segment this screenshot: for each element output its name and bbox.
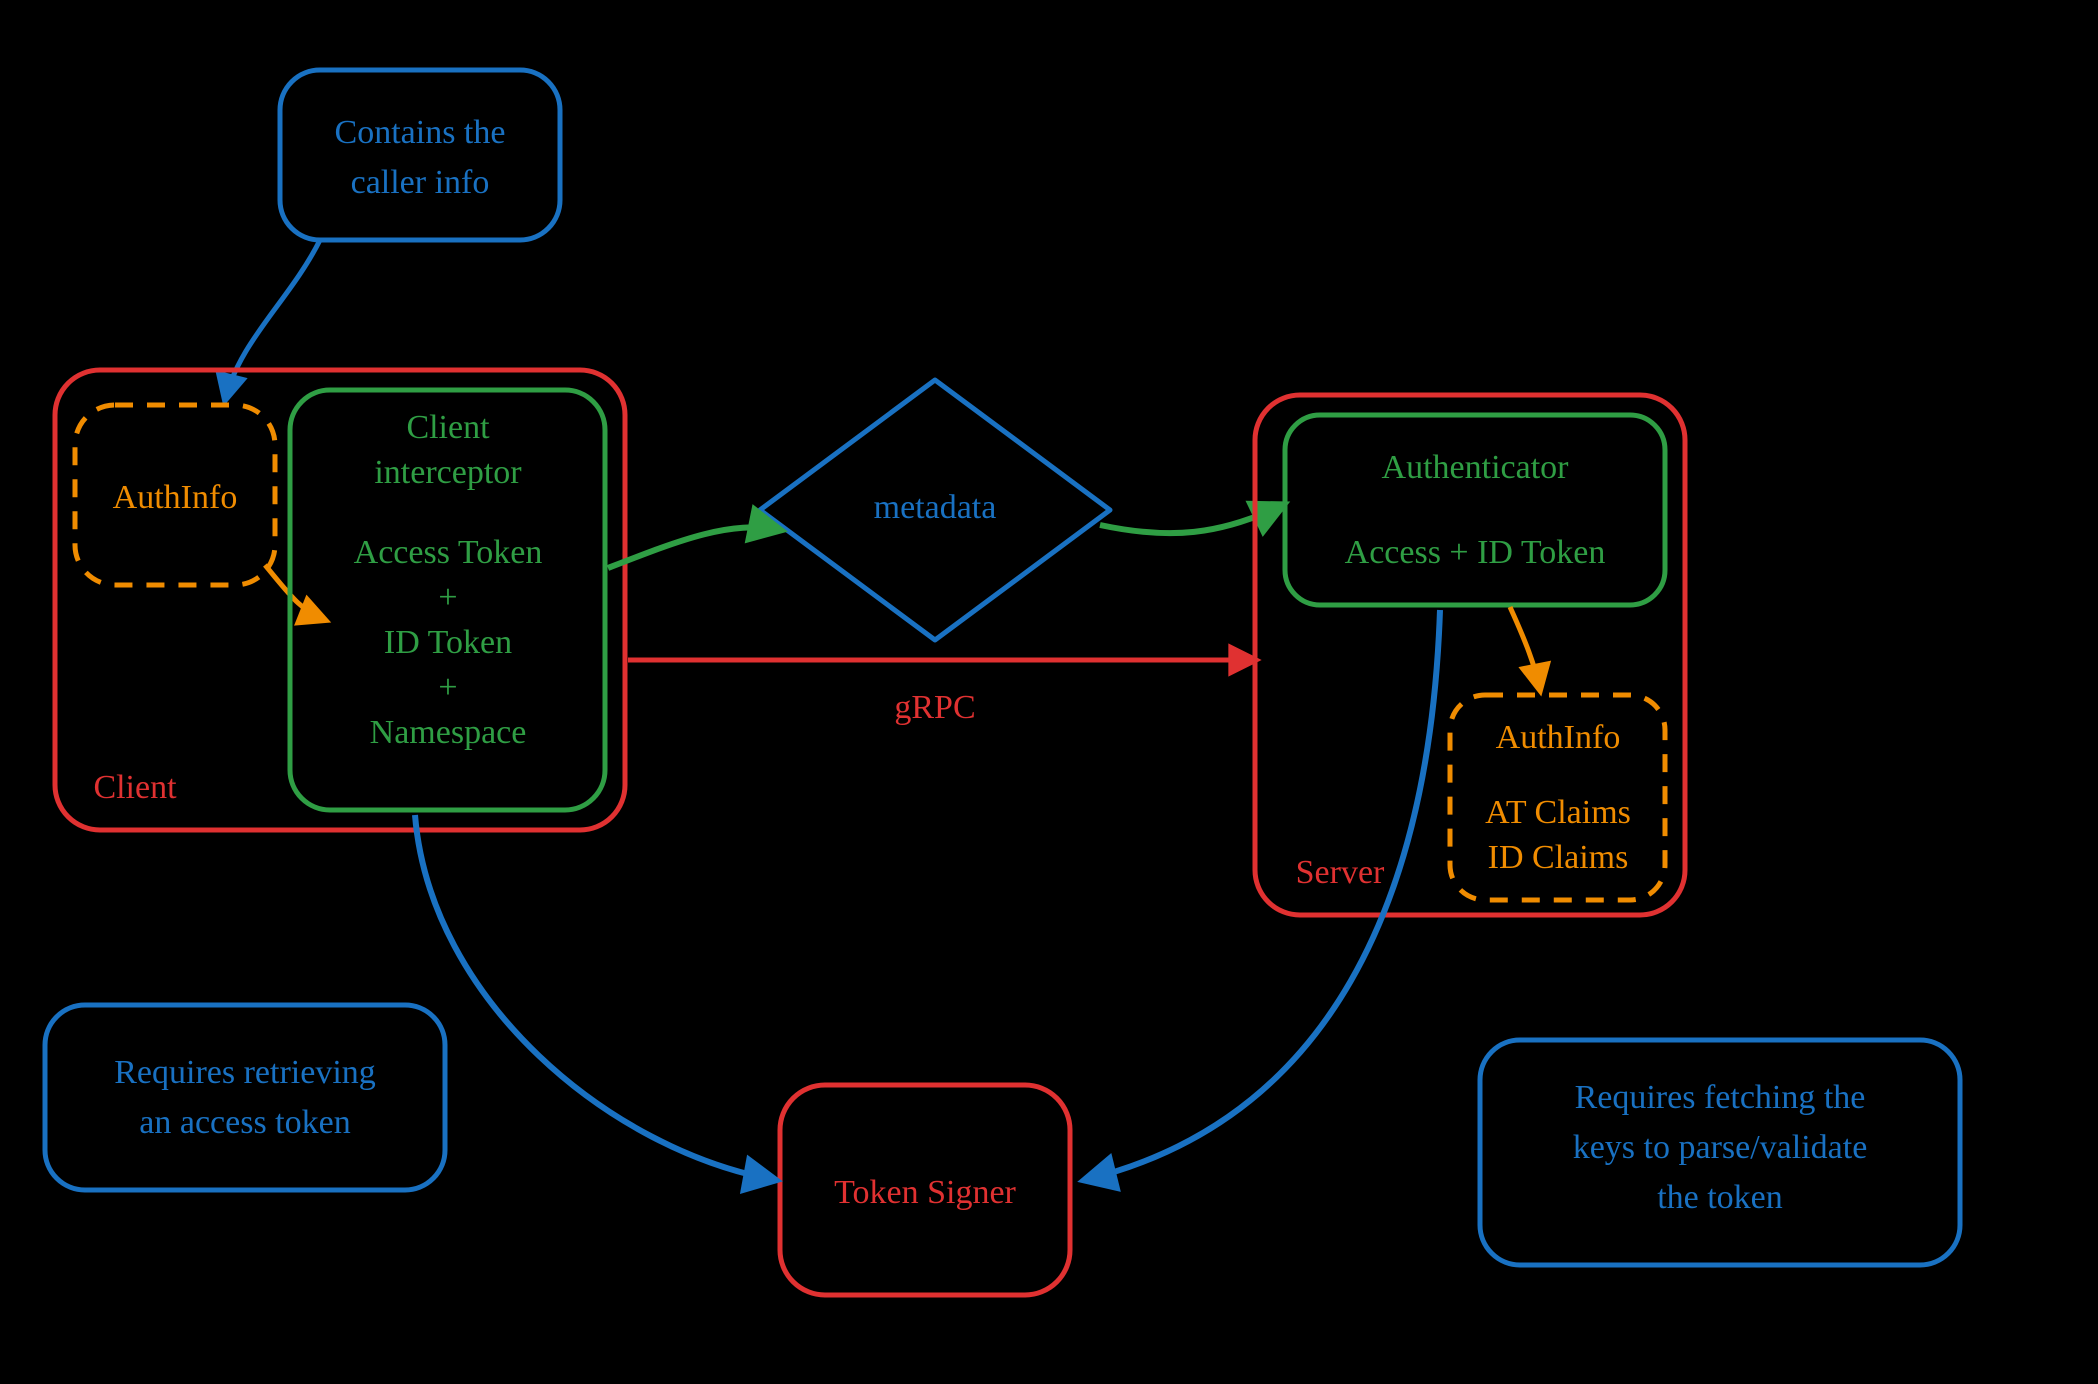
metadata-label: metadata [874, 489, 997, 526]
client-interceptor-ns: Namespace [370, 714, 527, 751]
client-interceptor-id: ID Token [384, 624, 512, 661]
callout-caller-info-line2: caller info [351, 164, 490, 201]
metadata-diamond: metadata [760, 380, 1110, 640]
callout-fetch-line2: keys to parse/validate [1573, 1129, 1868, 1166]
token-signer-label: Token Signer [834, 1174, 1016, 1211]
server-label: Server [1296, 854, 1385, 891]
arrow-interceptor-to-tokensigner [415, 815, 775, 1180]
client-container [55, 370, 625, 830]
client-interceptor-title-l1: Client [406, 409, 490, 446]
authinfo-server-at: AT Claims [1485, 794, 1631, 831]
callout-caller-info [280, 70, 560, 240]
authinfo-server-title: AuthInfo [1496, 719, 1621, 756]
callout-retrieve-line2: an access token [139, 1104, 350, 1141]
authenticator-box [1285, 415, 1665, 605]
callout-retrieve-line1: Requires retrieving [114, 1054, 376, 1091]
client-interceptor-plus2: + [438, 669, 457, 706]
authinfo-client-text: AuthInfo [113, 479, 238, 516]
client-interceptor-title-l2: interceptor [374, 454, 522, 491]
client-interceptor-plus1: + [438, 579, 457, 616]
arrow-authenticator-to-authinfo [1510, 607, 1540, 690]
client-label: Client [93, 769, 177, 806]
grpc-label: gRPC [894, 689, 975, 726]
arrow-callerinfo-to-authinfo [225, 240, 320, 400]
callout-fetch-line3: the token [1657, 1179, 1783, 1216]
auth-flow-diagram: Contains the caller info Client AuthInfo… [0, 0, 2098, 1384]
authenticator-title: Authenticator [1382, 449, 1570, 486]
client-interceptor-access: Access Token [354, 534, 543, 571]
authinfo-server-id: ID Claims [1488, 839, 1629, 876]
authenticator-line1: Access + ID Token [1345, 534, 1606, 571]
callout-caller-info-line1: Contains the [335, 114, 506, 151]
callout-fetch-line1: Requires fetching the [1575, 1079, 1866, 1116]
arrow-interceptor-to-metadata [608, 527, 780, 568]
arrow-authinfo-to-interceptor [265, 565, 325, 620]
callout-retrieve-token [45, 1005, 445, 1190]
